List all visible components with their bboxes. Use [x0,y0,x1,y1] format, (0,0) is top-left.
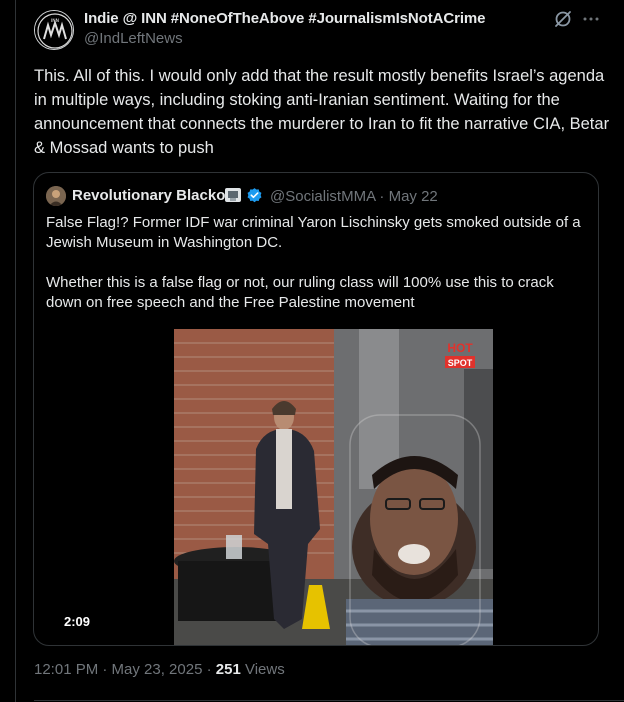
quoted-text-2: Whether this is a false flag or not, our… [46,274,554,311]
video-frame [174,329,493,645]
quoted-tweet[interactable]: Revolutionary Blackout @SocialistMMA · M… [33,172,599,646]
tweet-footer: 12:01 PM · May 23, 2025 · 251 Views [34,661,285,678]
tweet[interactable]: INN Indie @ INN #NoneOfTheAbove #Journal… [16,0,624,702]
affiliate-badge-icon [224,186,242,204]
author-handle[interactable]: @IndLeftNews [84,30,183,47]
svg-text:SPOT: SPOT [448,358,473,368]
tweet-text: This. All of this. I would only add that… [34,67,610,157]
quoted-handle-date[interactable]: @SocialistMMA · May 22 [270,188,438,205]
verified-icon [246,187,263,204]
timestamp[interactable]: 12:01 PM · May 23, 2025 · [34,661,216,678]
video-player[interactable]: HOT SPOT [174,329,493,645]
divider [34,700,624,701]
author-name[interactable]: Indie @ INN #NoneOfTheAbove #JournalismI… [84,10,485,27]
hot-spot-logo: HOT SPOT [442,339,478,371]
views-label: Views [240,661,285,678]
quoted-avatar[interactable] [46,186,66,206]
avatar-text: INN [51,18,59,24]
quoted-name[interactable]: Revolutionary Blackout [72,187,240,204]
views-count: 251 [215,661,241,678]
quoted-text-1: False Flag!? Former IDF war criminal Yar… [46,214,581,251]
author-avatar[interactable]: INN [34,10,74,50]
video-duration: 2:09 [64,614,91,629]
grok-icon[interactable] [553,9,573,29]
more-icon[interactable] [581,9,601,29]
svg-text:HOT: HOT [447,341,473,355]
